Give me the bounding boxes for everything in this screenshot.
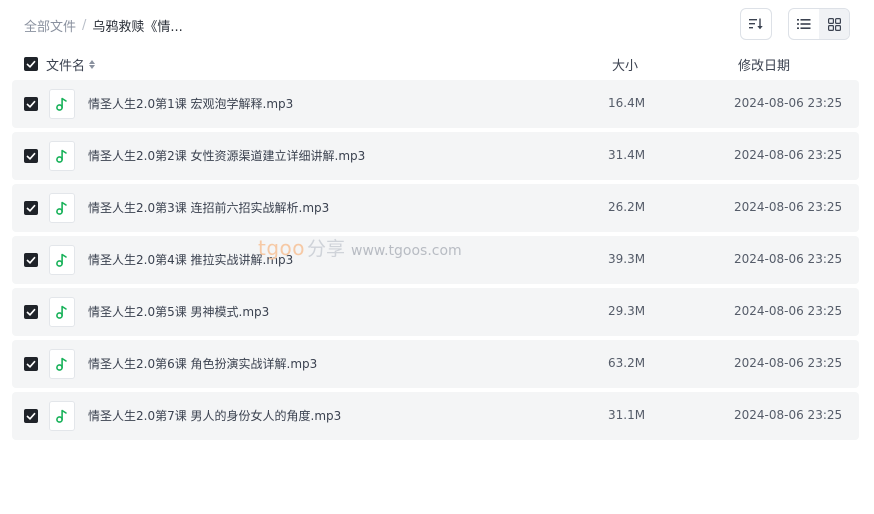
file-list-header: 文件名 大小 修改日期	[12, 52, 859, 76]
audio-file-icon	[49, 193, 75, 223]
file-checkbox[interactable]	[24, 409, 38, 423]
file-name[interactable]: 情圣人生2.0第1课 宏观泡学解释.mp3	[88, 95, 293, 112]
file-size: 31.1M	[608, 408, 646, 422]
list-view-icon	[797, 19, 811, 29]
file-size: 29.3M	[608, 304, 646, 318]
sort-icon	[749, 18, 763, 30]
checkmark-icon	[26, 100, 36, 108]
file-row[interactable]: 情圣人生2.0第4课 推拉实战讲解.mp3 39.3M 2024-08-06 2…	[12, 236, 859, 284]
file-modified-date: 2024-08-06 23:25	[734, 200, 843, 214]
audio-file-icon	[49, 89, 75, 119]
column-header-size[interactable]: 大小	[612, 55, 638, 74]
sort-caret-icon	[89, 60, 96, 69]
audio-file-icon	[49, 297, 75, 327]
file-size: 31.4M	[608, 148, 646, 162]
column-header-name[interactable]: 文件名	[46, 55, 96, 74]
file-size: 39.3M	[608, 252, 646, 266]
file-size: 16.4M	[608, 96, 646, 110]
audio-file-icon	[49, 141, 75, 171]
file-modified-date: 2024-08-06 23:25	[734, 304, 843, 318]
checkmark-icon	[26, 412, 36, 420]
checkmark-icon	[26, 308, 36, 316]
file-row[interactable]: 情圣人生2.0第6课 角色扮演实战详解.mp3 63.2M 2024-08-06…	[12, 340, 859, 388]
file-checkbox[interactable]	[24, 253, 38, 267]
file-row[interactable]: 情圣人生2.0第3课 连招前六招实战解析.mp3 26.2M 2024-08-0…	[12, 184, 859, 232]
file-modified-date: 2024-08-06 23:25	[734, 96, 843, 110]
file-modified-date: 2024-08-06 23:25	[734, 356, 843, 370]
list-view-button[interactable]	[789, 9, 819, 39]
checkmark-icon	[26, 204, 36, 212]
breadcrumb-current-folder: 乌鸦救赎《情...	[92, 19, 183, 35]
file-row[interactable]: 情圣人生2.0第2课 女性资源渠道建立详细讲解.mp3 31.4M 2024-0…	[12, 132, 859, 180]
file-modified-date: 2024-08-06 23:25	[734, 148, 843, 162]
file-row[interactable]: 情圣人生2.0第1课 宏观泡学解释.mp3 16.4M 2024-08-06 2…	[12, 80, 859, 128]
file-size: 26.2M	[608, 200, 646, 214]
file-name[interactable]: 情圣人生2.0第4课 推拉实战讲解.mp3	[88, 251, 293, 268]
file-checkbox[interactable]	[24, 97, 38, 111]
audio-file-icon	[49, 349, 75, 379]
checkmark-icon	[26, 256, 36, 264]
checkmark-icon	[26, 60, 36, 68]
file-name[interactable]: 情圣人生2.0第6课 角色扮演实战详解.mp3	[88, 355, 317, 372]
top-bar: 全部文件 / 乌鸦救赎《情...	[0, 0, 874, 48]
file-modified-date: 2024-08-06 23:25	[734, 252, 843, 266]
view-toggle-group	[788, 8, 850, 40]
file-checkbox[interactable]	[24, 357, 38, 371]
select-all-checkbox[interactable]	[24, 57, 38, 71]
breadcrumb-separator: /	[82, 17, 87, 33]
file-name[interactable]: 情圣人生2.0第5课 男神模式.mp3	[88, 303, 269, 320]
audio-file-icon	[49, 401, 75, 431]
file-name[interactable]: 情圣人生2.0第7课 男人的身份女人的角度.mp3	[88, 407, 341, 424]
column-header-name-label: 文件名	[46, 59, 86, 74]
file-size: 63.2M	[608, 356, 646, 370]
file-checkbox[interactable]	[24, 201, 38, 215]
file-name[interactable]: 情圣人生2.0第3课 连招前六招实战解析.mp3	[88, 199, 329, 216]
grid-view-icon	[827, 17, 841, 31]
file-list: 情圣人生2.0第1课 宏观泡学解释.mp3 16.4M 2024-08-06 2…	[12, 80, 859, 444]
sort-button[interactable]	[740, 8, 772, 40]
file-row[interactable]: 情圣人生2.0第5课 男神模式.mp3 29.3M 2024-08-06 23:…	[12, 288, 859, 336]
file-checkbox[interactable]	[24, 305, 38, 319]
audio-file-icon	[49, 245, 75, 275]
column-header-modified[interactable]: 修改日期	[738, 55, 790, 74]
checkmark-icon	[26, 152, 36, 160]
grid-view-button[interactable]	[819, 9, 849, 39]
file-modified-date: 2024-08-06 23:25	[734, 408, 843, 422]
breadcrumb: 全部文件 / 乌鸦救赎《情...	[24, 15, 183, 35]
file-row[interactable]: 情圣人生2.0第7课 男人的身份女人的角度.mp3 31.1M 2024-08-…	[12, 392, 859, 440]
file-name[interactable]: 情圣人生2.0第2课 女性资源渠道建立详细讲解.mp3	[88, 147, 365, 164]
file-checkbox[interactable]	[24, 149, 38, 163]
breadcrumb-root-link[interactable]: 全部文件	[24, 16, 76, 35]
checkmark-icon	[26, 360, 36, 368]
